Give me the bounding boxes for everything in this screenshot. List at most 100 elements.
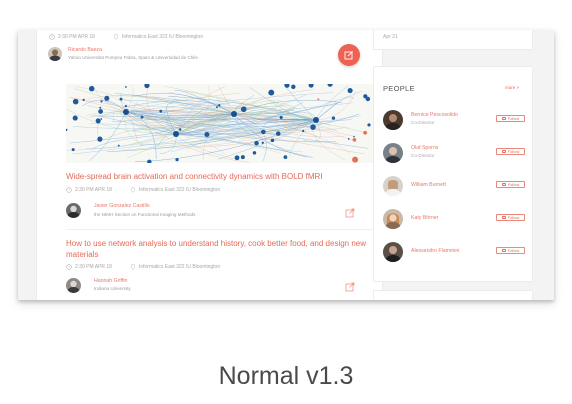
- avatar: [66, 203, 81, 218]
- plus-icon: [501, 216, 506, 219]
- avatar[interactable]: [383, 242, 403, 262]
- network-node: [117, 144, 120, 147]
- network-visualization-image: [66, 84, 375, 163]
- plus-icon: [501, 117, 506, 120]
- open-external-icon[interactable]: [345, 282, 355, 292]
- divider: [66, 229, 375, 230]
- follow-button[interactable]: Follow: [496, 214, 525, 221]
- clock-icon: [49, 34, 55, 40]
- event-time: 2:30 PM APR 18: [75, 187, 112, 193]
- person-name[interactable]: Alessandro Flammini: [411, 248, 459, 254]
- event-location: Informatics East 322 IU Bloomington: [138, 264, 221, 270]
- plus-icon: [501, 249, 506, 252]
- clock-icon: [66, 187, 72, 193]
- person-role: Co-Director: [411, 120, 435, 125]
- network-node: [100, 118, 103, 120]
- network-node: [175, 158, 179, 162]
- network-hub-node: [123, 109, 129, 115]
- network-node: [252, 151, 257, 155]
- event-location: Informatics East 322 IU Bloomington: [138, 187, 221, 193]
- event-feed: 2:30 PM APR 18 Informatics East 322 IU B…: [36, 30, 383, 300]
- speaker-affiliation: Indiana University: [94, 286, 131, 291]
- plus-icon: [501, 150, 506, 153]
- event-location: Informatics East 322 IU Bloomington: [121, 34, 204, 40]
- network-node: [254, 140, 259, 146]
- network-node: [317, 98, 320, 101]
- network-node: [302, 129, 305, 132]
- network-node: [283, 155, 288, 160]
- network-node: [353, 135, 355, 138]
- event-title[interactable]: Wide-spread brain activation and connect…: [66, 171, 376, 182]
- network-node: [104, 95, 110, 101]
- follow-button[interactable]: Follow: [496, 181, 525, 188]
- speaker-name[interactable]: Javier Gonzalez Castillo: [94, 203, 150, 209]
- avatar[interactable]: [383, 176, 403, 196]
- network-node: [275, 131, 281, 136]
- event-meta-top: 2:30 PM APR 18 Informatics East 322 IU B…: [49, 34, 203, 40]
- network-node: [347, 138, 350, 140]
- network-node: [72, 115, 78, 121]
- network-node: [204, 132, 210, 138]
- network-node: [124, 104, 128, 108]
- person-role: Co-Director: [411, 153, 435, 158]
- person-name[interactable]: Bernice Pescosolido: [411, 112, 458, 118]
- person-name[interactable]: Olaf Sporns: [411, 145, 438, 151]
- event-time: 2:30 PM APR 18: [58, 34, 95, 40]
- card-date: Apr 21: [383, 34, 398, 40]
- network-node: [240, 155, 245, 160]
- person-name[interactable]: Katy Börner: [411, 215, 438, 221]
- location-pin-icon: [130, 264, 136, 270]
- network-node: [234, 155, 240, 161]
- avatar[interactable]: [383, 110, 403, 130]
- plus-icon: [501, 183, 506, 186]
- avatar: [66, 278, 81, 293]
- card-partial: [373, 290, 533, 300]
- person-name[interactable]: William Burnett: [411, 182, 446, 188]
- network-node: [119, 97, 123, 101]
- more-link[interactable]: more >: [505, 85, 519, 90]
- network-hub-node: [173, 131, 179, 137]
- network-node: [97, 136, 103, 142]
- network-hub-node: [313, 117, 319, 123]
- network-node: [363, 130, 367, 135]
- network-node: [279, 115, 283, 120]
- panel-heading: PEOPLE: [383, 84, 415, 93]
- avatar[interactable]: [383, 143, 403, 163]
- network-node: [216, 106, 218, 109]
- network-node: [352, 137, 357, 142]
- network-node: [218, 104, 221, 107]
- network-node: [261, 141, 264, 144]
- follow-button[interactable]: Follow: [496, 148, 525, 155]
- avatar[interactable]: [383, 209, 403, 229]
- event-time: 2:30 PM APR 18: [75, 264, 112, 270]
- network-node: [352, 156, 359, 163]
- network-node: [159, 109, 163, 113]
- event-title[interactable]: How to use network analysis to understan…: [66, 238, 376, 260]
- network-node: [88, 85, 95, 92]
- network-node: [178, 128, 182, 131]
- network-hub-node: [231, 111, 237, 117]
- network-node: [140, 115, 144, 119]
- app-screenshot: 2:30 PM APR 18 Informatics East 322 IU B…: [18, 30, 554, 300]
- speaker-affiliation: the NIMH Section on Functional Imaging M…: [94, 212, 196, 217]
- event-meta: 2:30 PM APR 18 Informatics East 322 IU B…: [66, 264, 220, 270]
- open-external-icon[interactable]: [345, 208, 355, 218]
- network-node: [310, 124, 316, 130]
- speaker-name[interactable]: Hannah Griffin: [94, 278, 127, 284]
- event-meta: 2:30 PM APR 18 Informatics East 322 IU B…: [66, 187, 220, 193]
- network-node: [291, 84, 296, 90]
- network-node: [100, 100, 103, 103]
- network-node: [268, 89, 275, 96]
- network-node: [125, 86, 127, 88]
- network-node: [270, 138, 275, 143]
- follow-button[interactable]: Follow: [496, 115, 525, 122]
- clock-icon: [66, 264, 72, 270]
- network-node: [82, 98, 85, 101]
- speaker-name[interactable]: Ricardo Baeza: [68, 47, 102, 53]
- follow-button[interactable]: Follow: [496, 247, 525, 254]
- network-node: [261, 129, 266, 135]
- location-pin-icon: [113, 34, 119, 40]
- compose-button[interactable]: [338, 44, 360, 66]
- network-node: [71, 148, 75, 152]
- caption: Normal v1.3: [218, 362, 354, 390]
